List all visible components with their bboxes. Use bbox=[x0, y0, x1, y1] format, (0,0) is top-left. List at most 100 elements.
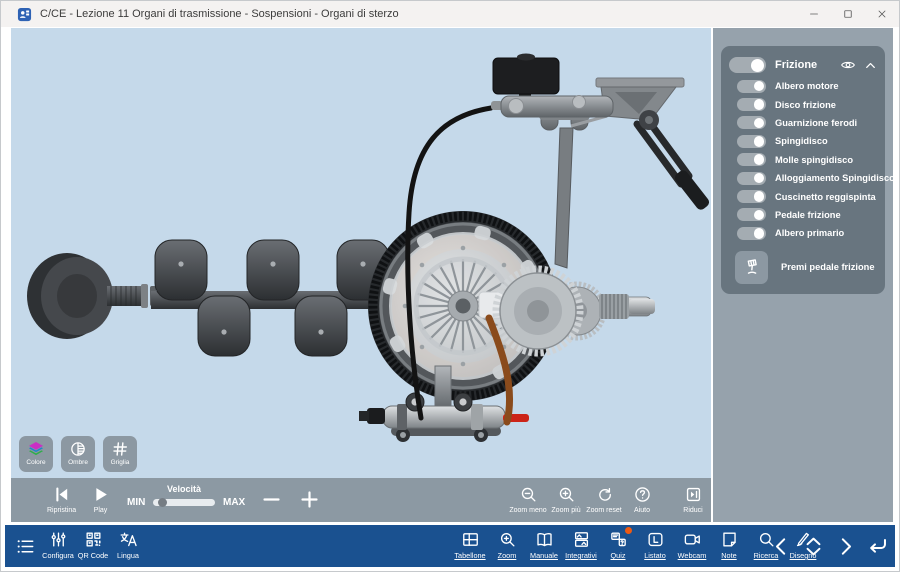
toolbar-center-group: Tabellone Zoom Manuale Integr bbox=[453, 530, 820, 560]
minimize-icon[interactable] bbox=[797, 1, 831, 27]
grid-icon bbox=[111, 440, 129, 458]
toolbar-item-lingua[interactable]: Lingua bbox=[111, 530, 145, 560]
viewport-3d[interactable]: Colore Ombre Griglia Ripristina bbox=[11, 28, 711, 522]
layers-panel-title: Frizione bbox=[775, 59, 817, 71]
layer-toggle-disco-frizione[interactable] bbox=[737, 98, 766, 111]
maximize-icon[interactable] bbox=[831, 1, 865, 27]
press-pedal-action: Premi pedale frizione bbox=[735, 251, 877, 284]
return-arrow-icon[interactable] bbox=[866, 535, 889, 558]
layer-rows: Albero motore Disco frizione Guarnizione… bbox=[729, 77, 877, 243]
playbar-button-aiuto[interactable]: Aiuto bbox=[623, 485, 661, 514]
layer-row-albero-motore: Albero motore bbox=[737, 77, 877, 95]
playback-bar: Ripristina Play MIN Velocità MAX bbox=[11, 478, 711, 522]
toolbar-item-note[interactable]: Note bbox=[712, 530, 746, 560]
code-listing-icon bbox=[646, 530, 665, 549]
app-window: C/CE - Lezione 11 Organi di trasmissione… bbox=[0, 0, 900, 572]
note-icon bbox=[720, 530, 739, 549]
playbar-button-zoom-reset[interactable]: Zoom reset bbox=[585, 485, 623, 514]
pedal-assembly bbox=[491, 54, 711, 212]
layer-row-guarnizione-ferodi: Guarnizione ferodi bbox=[737, 114, 877, 132]
toolbar-item-zoom[interactable]: Zoom bbox=[490, 530, 524, 560]
color-layers-icon bbox=[27, 440, 45, 458]
layer-toggle-pedale-frizione[interactable] bbox=[737, 208, 766, 221]
toolbar-item-manuale[interactable]: Manuale bbox=[527, 530, 561, 560]
layer-row-disco-frizione: Disco frizione bbox=[737, 95, 877, 113]
play-icon bbox=[91, 485, 110, 504]
layer-row-spingidisco: Spingidisco bbox=[737, 132, 877, 150]
flip-vertical-icon[interactable] bbox=[802, 535, 825, 558]
zoom-tool-icon bbox=[498, 530, 517, 549]
toolbar-item-configura[interactable]: Configura bbox=[41, 530, 75, 560]
layer-row-alloggiamento-spingidisco: Alloggiamento Spingidisco bbox=[737, 169, 877, 187]
speed-min-label: MIN bbox=[127, 497, 145, 508]
zoom-out-lens-icon bbox=[519, 485, 538, 504]
translate-icon bbox=[119, 530, 138, 549]
toolbar-item-tabellone[interactable]: Tabellone bbox=[453, 530, 487, 560]
view-tool-colore[interactable]: Colore bbox=[19, 436, 53, 472]
toolbar-item-quiz[interactable]: Quiz bbox=[601, 530, 635, 560]
model-3d-scene bbox=[11, 28, 711, 478]
view-tool-ombre[interactable]: Ombre bbox=[61, 436, 95, 472]
chevron-right-icon[interactable] bbox=[834, 535, 857, 558]
frizione-toggle[interactable] bbox=[729, 57, 766, 73]
app-icon bbox=[17, 7, 32, 22]
speed-slider-knob[interactable] bbox=[158, 498, 167, 507]
pedal-icon bbox=[742, 257, 762, 277]
playbar-button-zoom-pi[interactable]: Zoom più bbox=[547, 485, 585, 514]
toolbar-item-webcam[interactable]: Webcam bbox=[675, 530, 709, 560]
playbar-button-zoom-meno[interactable]: Zoom meno bbox=[509, 485, 547, 514]
book-icon bbox=[535, 530, 554, 549]
sliders-icon bbox=[49, 530, 68, 549]
view-tool-griglia[interactable]: Griglia bbox=[103, 436, 137, 472]
toolbar-left-group: Configura QR Code Lingua bbox=[41, 530, 145, 560]
layer-row-molle-spingidisco: Molle spingidisco bbox=[737, 151, 877, 169]
toolbar-item-qr-code[interactable]: QR Code bbox=[76, 530, 110, 560]
layer-toggle-molle-spingidisco[interactable] bbox=[737, 153, 766, 166]
chevron-up-icon[interactable] bbox=[864, 59, 877, 72]
right-sidebar: Frizione Albero motore Disco frizione bbox=[713, 28, 893, 522]
collapse-window-icon bbox=[684, 485, 703, 504]
layer-toggle-cuscinetto-reggispinta[interactable] bbox=[737, 190, 766, 203]
layer-toggle-guarnizione-ferodi[interactable] bbox=[737, 116, 766, 129]
layers-panel: Frizione Albero motore Disco frizione bbox=[721, 46, 885, 294]
playbar-button-riduci[interactable]: Riduci bbox=[674, 485, 712, 514]
window-controls bbox=[797, 1, 899, 27]
title-bar[interactable]: C/CE - Lezione 11 Organi di trasmissione… bbox=[1, 1, 899, 27]
eye-icon[interactable] bbox=[840, 57, 856, 73]
bottom-toolbar: Configura QR Code Lingua Tabellone bbox=[5, 525, 895, 567]
speed-label: Velocità bbox=[167, 484, 201, 494]
restart-button[interactable]: Ripristina bbox=[47, 485, 76, 514]
play-button[interactable]: Play bbox=[91, 485, 110, 514]
main-menu-button[interactable] bbox=[15, 525, 36, 567]
menu-list-icon bbox=[15, 536, 36, 557]
layer-toggle-spingidisco[interactable] bbox=[737, 135, 766, 148]
close-icon[interactable] bbox=[865, 1, 899, 27]
speed-slider[interactable]: Velocità bbox=[152, 484, 216, 506]
zoom-in-lens-icon bbox=[557, 485, 576, 504]
toolbar-item-listato[interactable]: Listato bbox=[638, 530, 672, 560]
speed-slider-track[interactable] bbox=[153, 499, 215, 506]
step-plus-button[interactable] bbox=[299, 489, 320, 510]
layer-row-albero-primario: Albero primario bbox=[737, 224, 877, 242]
minus-icon bbox=[261, 489, 282, 510]
release-fork bbox=[539, 98, 607, 268]
layer-toggle-albero-motore[interactable] bbox=[737, 80, 766, 93]
layer-row-cuscinetto-reggispinta: Cuscinetto reggispinta bbox=[737, 187, 877, 205]
help-icon bbox=[633, 485, 652, 504]
zoom-reset-icon bbox=[595, 485, 614, 504]
layer-toggle-albero-primario[interactable] bbox=[737, 227, 766, 240]
zoom-buttons-group: Zoom meno Zoom più Zoom reset Ai bbox=[509, 485, 712, 514]
webcam-icon bbox=[683, 530, 702, 549]
plus-icon bbox=[299, 489, 320, 510]
chevron-left-icon[interactable] bbox=[770, 535, 793, 558]
toolbar-item-integrativi[interactable]: Integrativi bbox=[564, 530, 598, 560]
qr-code-icon bbox=[84, 530, 103, 549]
layers-panel-header: Frizione bbox=[729, 53, 877, 77]
toolbar-nav-group bbox=[770, 525, 889, 567]
speed-max-label: MAX bbox=[223, 497, 245, 508]
quiz-bubbles-icon bbox=[609, 530, 628, 549]
step-minus-button[interactable] bbox=[261, 489, 282, 510]
press-pedal-button[interactable] bbox=[735, 251, 768, 284]
layer-toggle-alloggiamento-spingidisco[interactable] bbox=[737, 172, 766, 185]
window-title: C/CE - Lezione 11 Organi di trasmissione… bbox=[40, 8, 399, 20]
